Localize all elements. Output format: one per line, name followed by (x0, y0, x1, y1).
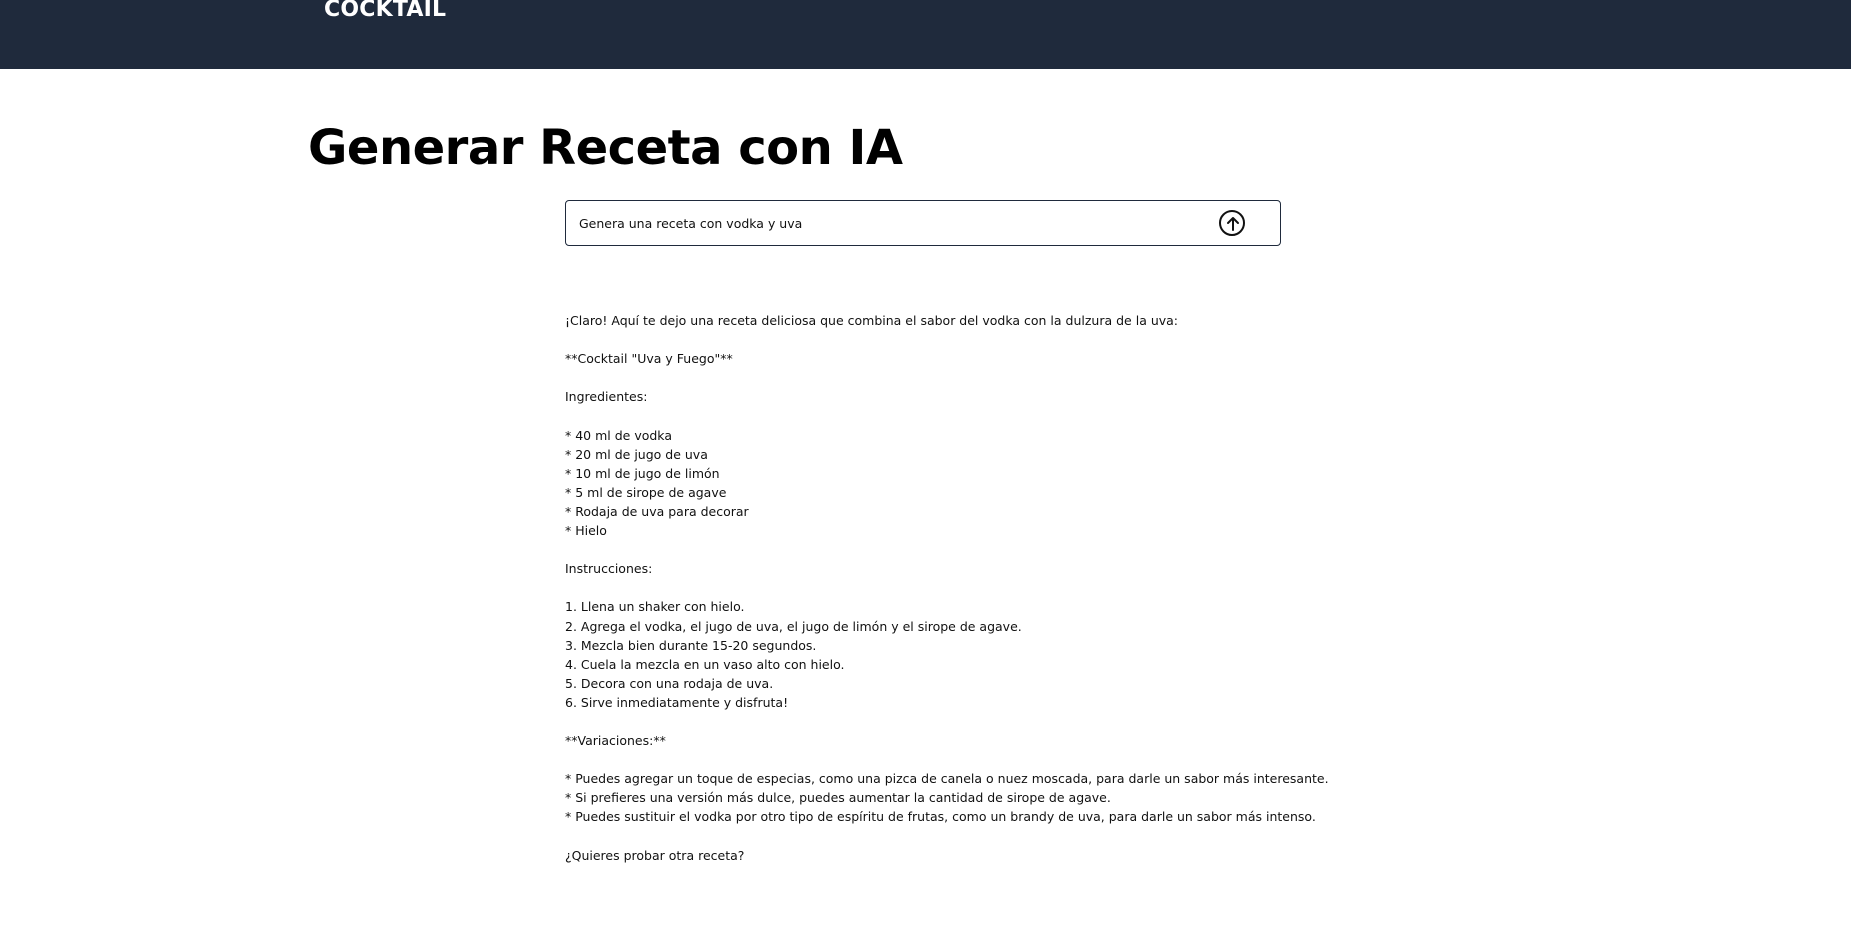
response-line (565, 406, 1365, 425)
response-line: Ingredientes: (565, 389, 648, 405)
arrow-up-circle-icon (1227, 217, 1239, 231)
response-line: **Variaciones:** (565, 733, 666, 749)
response-line: * Hielo (565, 523, 607, 539)
page-title: Generar Receta con IA (308, 120, 903, 176)
brand-logo[interactable]: COCKTAIL (324, 0, 446, 24)
response-line: * Si prefieres una versión más dulce, pu… (565, 790, 1111, 806)
send-button[interactable] (1219, 210, 1245, 236)
response-line: ¡Claro! Aquí te dejo una receta delicios… (565, 313, 1179, 328)
response-line: * 20 ml de jugo de uva (565, 446, 708, 462)
response-line (565, 827, 1365, 846)
response-line: 2. Agrega el vodka, el jugo de uva, el j… (565, 618, 1022, 634)
response-line: Instrucciones: (565, 561, 653, 577)
prompt-input[interactable] (579, 201, 1159, 245)
response-line: **Cocktail "Uva y Fuego"** (565, 351, 733, 367)
response-line: 4. Cuela la mezcla en un vaso alto con h… (565, 656, 845, 672)
response-line: * Puedes agregar un toque de especias, c… (565, 771, 1329, 787)
response-line: * Puedes sustituir el vodka por otro tip… (565, 809, 1316, 825)
prompt-box (565, 200, 1281, 246)
response-line: * 10 ml de jugo de limón (565, 465, 720, 481)
response-line: * 5 ml de sirope de agave (565, 484, 727, 500)
response-line: 5. Decora con una rodaja de uva. (565, 675, 774, 691)
response-line (565, 712, 1365, 731)
response-line: * 40 ml de vodka (565, 427, 672, 443)
ai-response: ¡Claro! Aquí te dejo una receta delicios… (565, 311, 1365, 865)
response-line: 1. Llena un shaker con hielo. (565, 599, 745, 615)
response-line (565, 368, 1365, 387)
response-line (565, 750, 1365, 769)
top-navbar: COCKTAIL (0, 0, 1851, 69)
response-line: * Rodaja de uva para decorar (565, 503, 749, 519)
response-line: 3. Mezcla bien durante 15-20 segundos. (565, 637, 817, 653)
response-line: ¿Quieres probar otra receta? (565, 847, 745, 863)
response-line (565, 578, 1365, 597)
response-line (565, 330, 1365, 349)
response-line: 6. Sirve inmediatamente y disfruta! (565, 694, 789, 710)
response-line (565, 540, 1365, 559)
